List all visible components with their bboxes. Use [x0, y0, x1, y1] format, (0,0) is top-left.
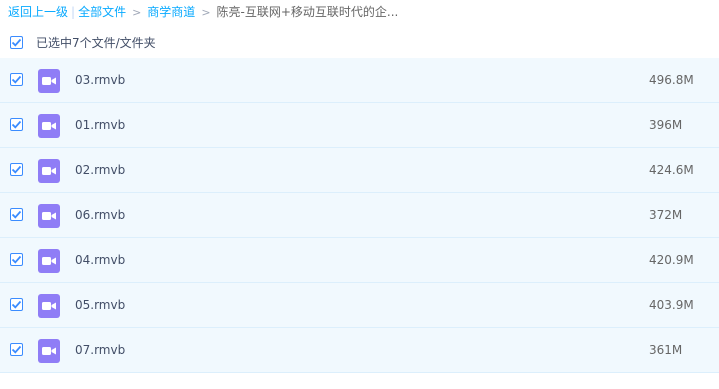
chevron-right-icon: > [132, 6, 142, 19]
file-name[interactable]: 04.rmvb [75, 251, 125, 269]
file-checkbox[interactable] [10, 208, 23, 221]
checkmark-icon [11, 38, 22, 47]
file-row[interactable]: 04.rmvb 420.9M [0, 238, 719, 283]
file-row[interactable]: 06.rmvb 372M [0, 193, 719, 238]
video-file-icon [38, 114, 60, 138]
selection-bar: 已选中7个文件/文件夹 [0, 30, 719, 56]
video-file-icon [38, 69, 60, 93]
file-checkbox[interactable] [10, 118, 23, 131]
select-all-checkbox[interactable] [10, 36, 23, 49]
file-size: 361M [649, 343, 683, 357]
file-size: 420.9M [649, 253, 694, 267]
file-checkbox[interactable] [10, 298, 23, 311]
checkmark-icon [11, 165, 22, 174]
file-row[interactable]: 02.rmvb 424.6M [0, 148, 719, 193]
checkmark-icon [11, 75, 22, 84]
file-size: 403.9M [649, 298, 694, 312]
video-file-icon [38, 204, 60, 228]
video-file-icon [38, 294, 60, 318]
file-checkbox[interactable] [10, 343, 23, 356]
video-file-icon [38, 159, 60, 183]
video-file-icon [38, 249, 60, 273]
file-checkbox[interactable] [10, 253, 23, 266]
breadcrumb-business[interactable]: 商学商道 [147, 5, 195, 19]
file-name[interactable]: 07.rmvb [75, 341, 125, 359]
breadcrumb-current-folder: 陈亮-互联网+移动互联时代的企... [216, 5, 399, 19]
file-name[interactable]: 06.rmvb [75, 206, 125, 224]
file-size: 372M [649, 208, 683, 222]
chevron-right-icon: > [201, 6, 211, 19]
selection-count-text: 已选中7个文件/文件夹 [36, 36, 156, 50]
checkmark-icon [11, 255, 22, 264]
file-list: 03.rmvb 496.8M 01.rmvb 396M 02.rmvb 424.6M 06.… [0, 58, 719, 373]
file-checkbox[interactable] [10, 73, 23, 86]
file-size: 496.8M [649, 73, 694, 87]
checkmark-icon [11, 210, 22, 219]
file-row[interactable]: 03.rmvb 496.8M [0, 58, 719, 103]
breadcrumb-all-files[interactable]: 全部文件 [78, 5, 126, 19]
file-size: 424.6M [649, 163, 694, 177]
file-checkbox[interactable] [10, 163, 23, 176]
file-row[interactable]: 07.rmvb 361M [0, 328, 719, 373]
file-name[interactable]: 02.rmvb [75, 161, 125, 179]
breadcrumb-pipe: | [71, 5, 76, 19]
back-link[interactable]: 返回上一级 [8, 5, 68, 19]
file-name[interactable]: 01.rmvb [75, 116, 125, 134]
file-name[interactable]: 03.rmvb [75, 71, 125, 89]
file-name[interactable]: 05.rmvb [75, 296, 125, 314]
checkmark-icon [11, 120, 22, 129]
file-row[interactable]: 05.rmvb 403.9M [0, 283, 719, 328]
breadcrumb: 返回上一级 | 全部文件 > 商学商道 > 陈亮-互联网+移动互联时代的企... [8, 3, 398, 21]
checkmark-icon [11, 345, 22, 354]
checkmark-icon [11, 300, 22, 309]
file-size: 396M [649, 118, 683, 132]
file-row[interactable]: 01.rmvb 396M [0, 103, 719, 148]
video-file-icon [38, 339, 60, 363]
